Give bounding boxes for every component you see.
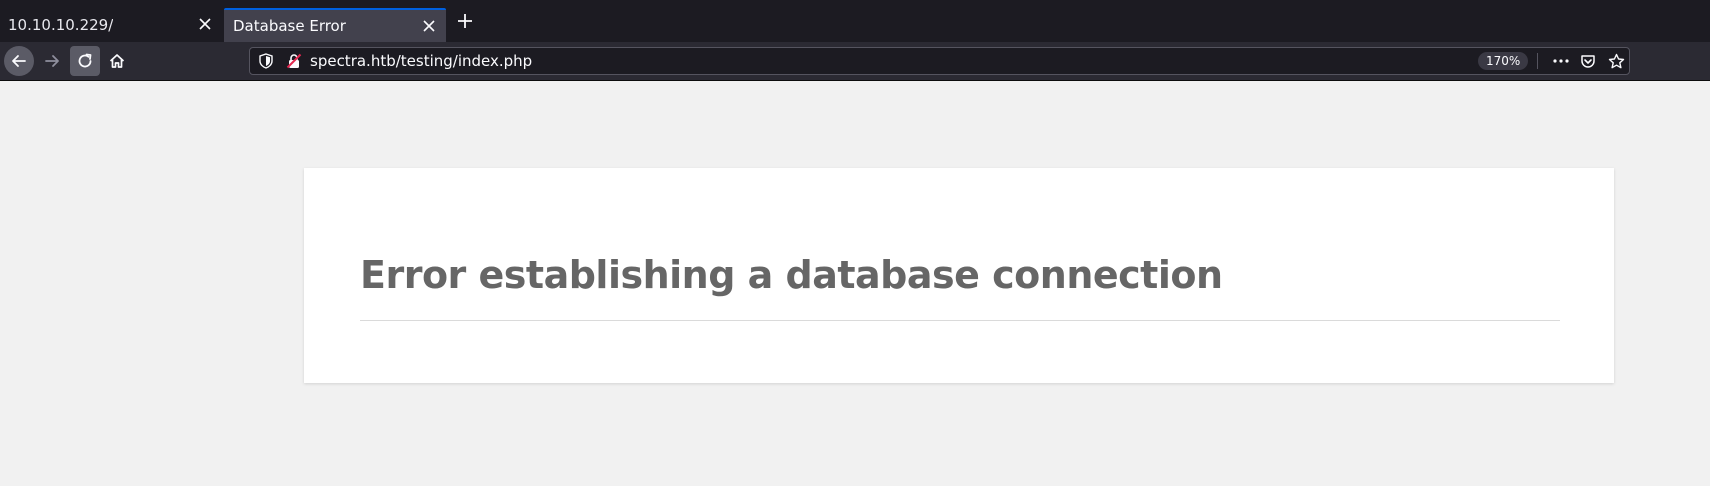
arrow-right-icon bbox=[43, 52, 61, 70]
error-heading: Error establishing a database connection bbox=[360, 253, 1223, 297]
pocket-icon[interactable] bbox=[1577, 51, 1599, 71]
tab-strip: 10.10.10.229/ Database Error bbox=[0, 0, 1710, 42]
reload-icon bbox=[76, 52, 94, 70]
heading-divider bbox=[360, 320, 1560, 321]
arrow-left-icon bbox=[10, 52, 28, 70]
insecure-lock-icon[interactable] bbox=[284, 51, 304, 71]
address-bar[interactable]: spectra.htb/testing/index.php 170% bbox=[249, 47, 1630, 75]
back-button[interactable] bbox=[4, 46, 34, 76]
new-tab-button[interactable] bbox=[454, 10, 476, 32]
close-icon[interactable] bbox=[195, 14, 215, 34]
home-button[interactable] bbox=[102, 46, 132, 76]
star-icon[interactable] bbox=[1605, 51, 1627, 71]
tab-title: Database Error bbox=[233, 17, 346, 35]
error-card: Error establishing a database connection bbox=[304, 168, 1614, 383]
tab-title: 10.10.10.229/ bbox=[8, 16, 114, 34]
shield-icon[interactable] bbox=[256, 51, 276, 71]
tab-database-error[interactable]: Database Error bbox=[224, 8, 446, 42]
tab-ip-address[interactable]: 10.10.10.229/ bbox=[0, 8, 222, 42]
url-text[interactable]: spectra.htb/testing/index.php bbox=[310, 52, 532, 71]
zoom-level-button[interactable]: 170% bbox=[1478, 52, 1529, 70]
more-horizontal-icon[interactable] bbox=[1550, 51, 1572, 71]
home-icon bbox=[108, 52, 126, 70]
forward-button[interactable] bbox=[37, 46, 67, 76]
navigation-toolbar: spectra.htb/testing/index.php 170% bbox=[0, 42, 1710, 81]
close-icon[interactable] bbox=[419, 16, 439, 36]
reload-button[interactable] bbox=[70, 46, 100, 76]
plus-icon bbox=[457, 13, 473, 29]
address-bar-separator bbox=[1537, 53, 1538, 69]
